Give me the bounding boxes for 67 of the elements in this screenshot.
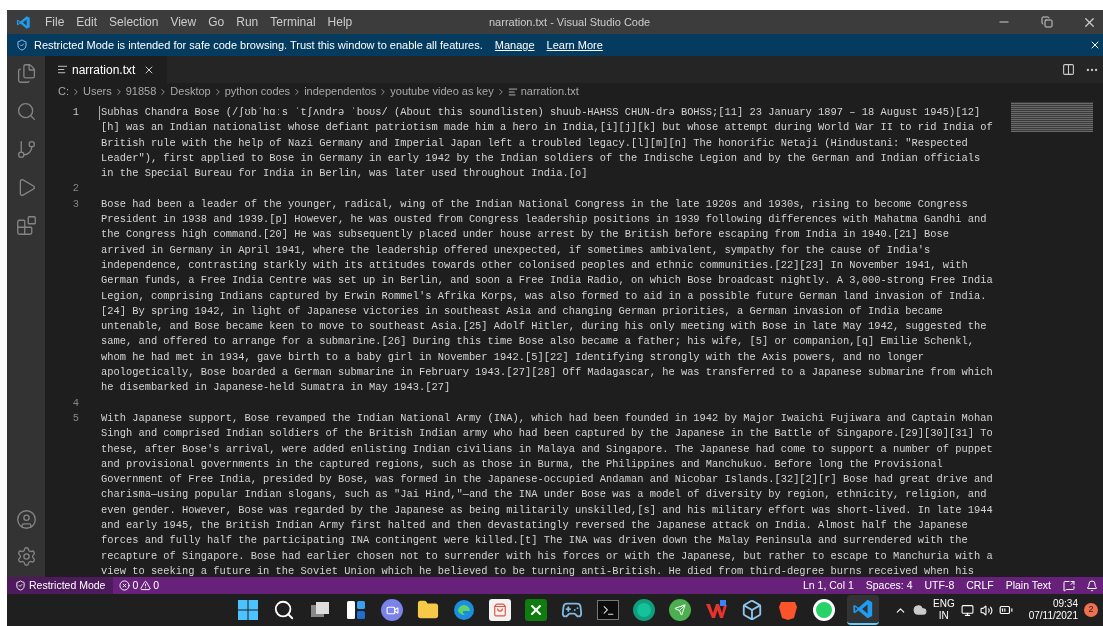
clock-time[interactable]: 09:34	[1052, 598, 1078, 610]
text-line: [24] By spring 1942, in light of Japanese victories in southeast Asia and changing German priorities, a German invasion of India became	[101, 303, 944, 319]
text-line: British rule with the help of Nazi Germany and Imperial Japan left a troubled legacy.[l][m][n] The honorific Netaji (Hindustani: "Respected	[101, 135, 969, 151]
text-line: Bose had been a leader of the younger, radical, wing of the Indian National Congress in the late 1920s and 1930s, rising to become Congress	[101, 196, 969, 212]
text-line: recapture of Singapore. Bose had earlier chosen not to surrender with his forces or with the Japanese, but rather to escape to Manchuria with a	[101, 548, 993, 564]
status-item[interactable]: UTF-8	[918, 577, 961, 594]
window-title: narration.txt - Visual Studio Code	[489, 14, 651, 30]
text-line: and early 1945, the British Indian Army first halted and then devastatingly reversed the Japanese attack on India. Almost half the Japanese	[101, 518, 969, 533]
menu-item[interactable]: File	[39, 13, 71, 31]
breadcrumb-item[interactable]: Desktop	[170, 83, 211, 100]
notification-badge[interactable]: 2	[1084, 603, 1098, 617]
text-line: even gender. However, Bose was regarded by the Japanese as being militarily unskilled,[s] and his military effort was short-lived. In late 1944	[101, 502, 993, 518]
menu-item[interactable]: Selection	[103, 13, 165, 31]
text-line: same, and offered to arrange for a submarine.[26] During this time Bose also became a father; his wife, [5] or companion,[q] Emilie Schenkl,	[101, 334, 975, 350]
breadcrumb-item[interactable]: youtube video as key	[390, 83, 494, 100]
text-line: [h] was an Indian nationalist whose defiant patriotism made him a hero in India,[i][j][k] but whose attempt during World War II to rid India of	[101, 120, 993, 136]
text-line: Legion, comprising Indians captured by Erwin Rommel's Afrika Korps, was also formed to aid in a possible future German land invasion of India.	[101, 288, 988, 304]
line-number: 3	[71, 196, 79, 212]
breadcrumb-item[interactable]: python codes	[224, 83, 291, 100]
status-item[interactable]: Ln 1, Col 1	[797, 577, 860, 594]
menu-item[interactable]: Help	[321, 13, 359, 31]
status-item[interactable]: Plain Text	[999, 577, 1057, 594]
problems-indicator[interactable]: 0 0	[113, 577, 166, 594]
breadcrumb-item[interactable]: 91858	[125, 83, 157, 100]
text-line: arrived in Germany in April 1941, where the leadership offered unexpected, if sometimes ambivalent, sympathy for the cause of India's	[101, 242, 932, 258]
text-line: charisma—using popular Indian slogans, such as "Jai Hind,"—and the INA under Bose was a model of diversity by region, ethnicity, religion, and	[101, 487, 988, 503]
status-item[interactable]: Spaces: 4	[859, 577, 919, 594]
menu-item[interactable]: Run	[230, 13, 265, 31]
breadcrumb-item[interactable]: narration.txt	[520, 83, 579, 100]
text-line: untenable, and Bose became keen to move to southeast Asia.[25] Adolf Hitler, during his only meeting with Bose in late May 1942, suggested the	[101, 319, 988, 335]
breadcrumb-item[interactable]: Users	[83, 83, 112, 100]
text-line: view to seeking a future in the Soviet Union which he believed to be turning anti-British. He died from third-degree burns received when his	[101, 563, 975, 577]
text-line: Government of Free India, presided by Bose, was formed in the Japanese-occupied Andaman and Nicobar Islands.[32][2][r] Bose had great drive and	[101, 472, 993, 488]
banner-link[interactable]: Learn More	[546, 36, 603, 54]
language-indicator[interactable]: ENG	[933, 598, 955, 610]
text-line: President in 1938 and 1939.[p] However, he was ousted from Congress leadership positions in 1939 following differences with Mahatma Gandhi and	[101, 212, 988, 228]
status-item[interactable]: CRLF	[960, 577, 1000, 594]
menu-item[interactable]: View	[164, 13, 203, 31]
menu-item[interactable]: Edit	[70, 13, 104, 31]
text-line: apologetically, Bose boarded a German submarine in February 1943.[27][28] Off Madagascar, he was transferred to a Japanese submarine from which	[101, 365, 993, 381]
text-line: With Japanese support, Bose revamped the Indian National Army (INA), which had been founded in 1942 by Major Iwaichi Fujiwara and Captain Mohan	[101, 410, 993, 426]
line-number: 2	[71, 181, 79, 197]
menu-item[interactable]: Terminal	[264, 13, 322, 31]
editor-tab[interactable]: narration.txt	[45, 56, 168, 83]
text-line: these, after Bose's arrival, were added enlisting Indian civilians in Malaya and Singapore. The Japanese had come to support a number of puppet	[101, 441, 993, 457]
text-line: and provisional governments in the captured regions, such as those in Burma, the Philippines and Manchukuo. Before long the Provisional	[101, 456, 944, 472]
text-line: the Congress high command.[20] He was subsequently placed under house arrest by the British before escaping from India in 1940.[21] Bose	[101, 227, 950, 243]
clock-date[interactable]: 07/11/2021	[1028, 610, 1078, 622]
menu-item[interactable]: Go	[202, 13, 231, 31]
text-line: forces and fully half the participating INA contingent were killed.[t] The INA was driven down the Malay Peninsula and surrendered with the	[101, 533, 969, 549]
text-line: independence, contrasting starkly with its attitudes towards other colonised peoples and ethnic communities.[22][23] In November 1941, with	[101, 257, 969, 273]
line-number: 1	[71, 105, 79, 120]
text-line: German funds, a Free India Centre was set up in Berlin, and soon a Free India Radio, on which Bose broadcast nightly. A 3,000-strong Free India	[101, 273, 993, 289]
text-line: he disembarked in Japanese-held Sumatra in May 1943.[27]	[101, 380, 452, 396]
text-line: Subhas Chandra Bose (/ʃʊbˈhɑːs ˈtʃʌndrə ˈboʊs/ (About this soundlisten) shuub-HAHSS CHUN-drə BOHSS;[11] 23 January 1897 – 18 August 1945)[12]	[101, 105, 982, 120]
text-line: in the Special Bureau for India in Berlin, was later used throughout India.[o]	[101, 166, 589, 182]
restricted-mode-indicator[interactable]: Restricted Mode	[7, 577, 114, 594]
breadcrumb-item[interactable]: C:	[58, 83, 69, 100]
breadcrumb-item[interactable]: independentos	[304, 83, 377, 100]
line-number: 5	[71, 410, 79, 426]
text-line: whom he had met in 1934, gave birth to a baby girl in November 1942.[5][22] Identifying strongly with the Axis powers, and no longer	[101, 349, 926, 365]
line-number: 4	[71, 395, 79, 411]
text-line: Singh and comprised Indian soldiers of the British Indian army who had been captured by the Japanese in the Battle of Singapore.[29][30][31] To	[101, 426, 993, 442]
region-indicator[interactable]: IN	[938, 610, 949, 622]
banner-link[interactable]: Manage	[494, 36, 535, 54]
banner-message: Restricted Mode is intended for safe code browsing. Trust this window to enable all features.	[34, 37, 483, 53]
text-line: Leader"), first applied to Bose in Germany in early 1942 by the Indian soldiers of the Indische Legion and by the German and Indian officials	[101, 150, 982, 166]
